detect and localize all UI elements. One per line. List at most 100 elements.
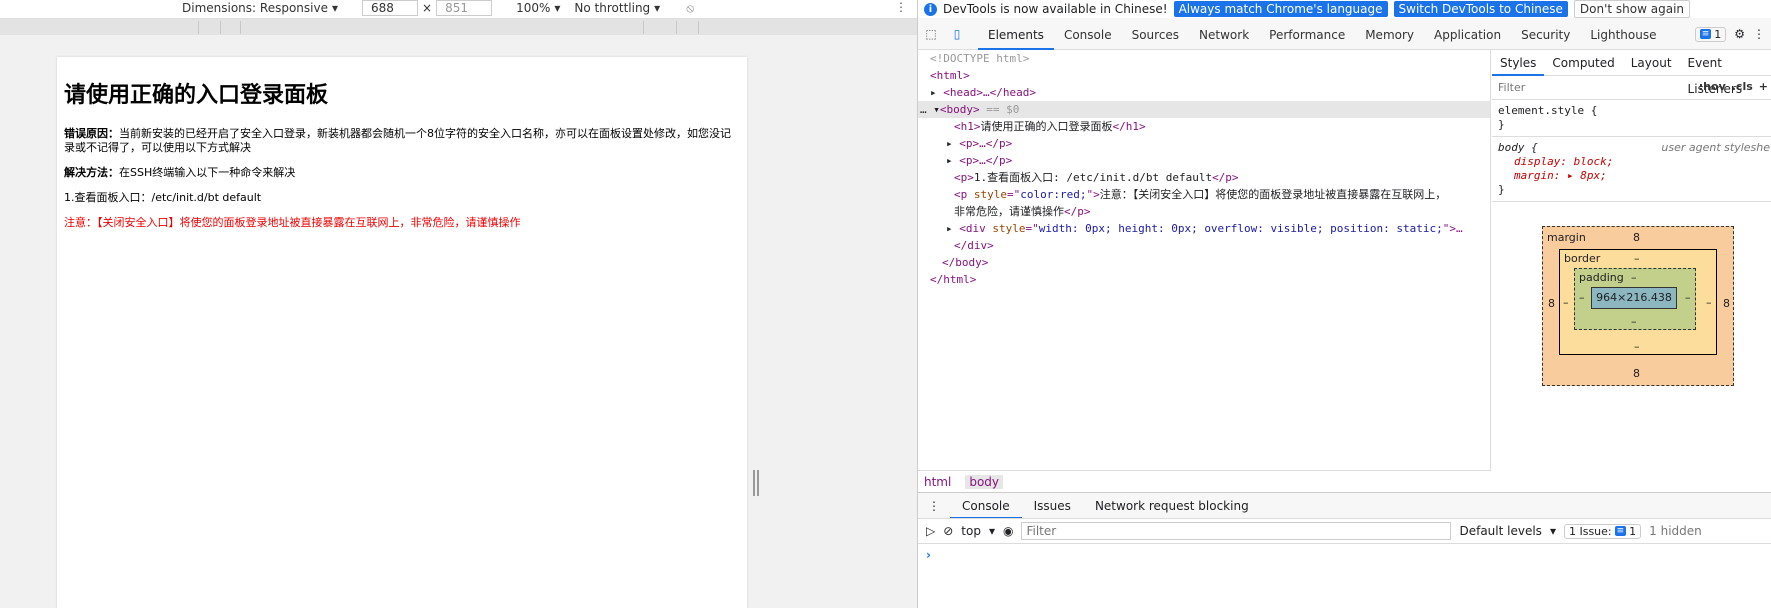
doctype: <!DOCTYPE html> xyxy=(930,52,1030,65)
ruler-segment xyxy=(240,21,241,34)
dont-show-again-button[interactable]: Don't show again xyxy=(1573,0,1691,18)
tab-lighthouse[interactable]: Lighthouse xyxy=(1580,18,1666,50)
hov-button[interactable]: :hov xyxy=(1699,80,1726,93)
inspect-element-icon[interactable]: ⬚ xyxy=(918,18,944,50)
h1-close: </h1> xyxy=(1112,120,1146,133)
expand-arrow-icon[interactable]: ▸ xyxy=(930,86,943,99)
content-box[interactable]: 964×216.438 xyxy=(1591,287,1677,309)
margin-top-value[interactable]: 8 xyxy=(1633,231,1640,244)
border-right-value[interactable]: – xyxy=(1706,296,1712,309)
console-filter-input[interactable]: Filter xyxy=(1021,522,1452,540)
expand-arrow-icon[interactable]: ▸ xyxy=(946,154,959,167)
more-options-icon[interactable]: ⋮ xyxy=(895,0,907,14)
times-icon: × xyxy=(422,1,433,15)
selected-marker: == $0 xyxy=(986,103,1020,116)
rotate-icon[interactable]: ⦸ xyxy=(686,1,694,16)
dom-node[interactable]: ▸ <head>…</head> xyxy=(918,84,1490,101)
dom-node-selected[interactable]: … ▾<body> == $0 xyxy=(918,101,1490,118)
zoom-dropdown[interactable]: 100% xyxy=(516,1,550,15)
settings-icon[interactable]: ⚙ xyxy=(1734,27,1745,41)
p-text: 1.查看面板入口: /etc/init.d/bt default xyxy=(973,171,1213,184)
attr-close: "> xyxy=(1086,188,1100,201)
device-toolbar: Dimensions: Responsive ▾ 688 × 851 100% … xyxy=(0,0,917,18)
breadcrumb-html[interactable]: html xyxy=(924,475,951,489)
tab-performance[interactable]: Performance xyxy=(1259,18,1355,50)
height-input[interactable]: 851 xyxy=(436,0,493,16)
padding-top-value[interactable]: – xyxy=(1631,271,1637,284)
dom-node[interactable]: ▸ <div style="width: 0px; height: 0px; o… xyxy=(918,220,1490,237)
log-levels-dropdown[interactable]: Default levels xyxy=(1459,524,1541,538)
dom-node[interactable]: <p>1.查看面板入口: /etc/init.d/bt default</p> xyxy=(918,169,1490,186)
padding-right-value[interactable]: – xyxy=(1685,291,1691,304)
attr-eq: =" xyxy=(1007,188,1021,201)
tab-network[interactable]: Network xyxy=(1189,18,1259,50)
body-rule[interactable]: body { user agent styleshe display: bloc… xyxy=(1492,137,1771,202)
expand-arrow-icon[interactable]: ▸ xyxy=(946,137,959,150)
drawer-tab-issues[interactable]: Issues xyxy=(1022,493,1083,519)
border-left-value[interactable]: – xyxy=(1563,296,1569,309)
border-top-value[interactable]: – xyxy=(1634,252,1640,265)
dimensions-dropdown[interactable]: Dimensions: Responsive xyxy=(182,1,328,15)
sidebar-toggle-icon[interactable]: ▷ xyxy=(926,524,935,538)
breadcrumb-body[interactable]: body xyxy=(965,474,1004,489)
reason-label: 错误原因： xyxy=(64,127,119,140)
drawer-menu-icon[interactable]: ⋮ xyxy=(918,499,950,513)
width-input[interactable]: 688 xyxy=(362,0,418,16)
solution-text: 在SSH终端输入以下一种命令来解决 xyxy=(119,166,296,179)
tab-computed[interactable]: Computed xyxy=(1544,50,1622,76)
dom-node[interactable]: </html> xyxy=(918,271,1490,288)
dom-node[interactable]: <!DOCTYPE html> xyxy=(918,50,1490,67)
expand-arrow-icon[interactable]: ▸ xyxy=(946,222,959,235)
always-match-language-button[interactable]: Always match Chrome's language xyxy=(1173,1,1388,17)
margin-bottom-value[interactable]: 8 xyxy=(1633,367,1640,380)
drawer-tab-network-blocking[interactable]: Network request blocking xyxy=(1083,493,1261,519)
margin-left-value[interactable]: 8 xyxy=(1548,297,1555,310)
tab-security[interactable]: Security xyxy=(1511,18,1580,50)
dom-node[interactable]: <p style="color:red;">注意：【关闭安全入口】将使您的面板登… xyxy=(918,186,1490,203)
margin-right-value[interactable]: 8 xyxy=(1723,297,1730,310)
tab-console[interactable]: Console xyxy=(1054,18,1122,50)
styles-filter-input[interactable]: Filter xyxy=(1498,81,1525,94)
tab-memory[interactable]: Memory xyxy=(1355,18,1424,50)
issues-badge[interactable]: ≡ 1 xyxy=(1694,26,1727,42)
console-prompt-icon[interactable]: › xyxy=(926,548,931,562)
padding-bottom-value[interactable]: – xyxy=(1631,315,1637,328)
dom-node[interactable]: <html> xyxy=(918,67,1490,84)
padding-box: padding – – – – 964×216.438 xyxy=(1574,268,1696,330)
box-model-diagram: margin 8 8 8 8 border – – – – padding – … xyxy=(1542,226,1734,386)
collapse-arrow-icon[interactable]: ▾ xyxy=(933,103,940,116)
language-infobar: i DevTools is now available in Chinese! … xyxy=(918,0,1771,18)
throttling-dropdown[interactable]: No throttling xyxy=(574,1,650,15)
dom-node[interactable]: </div> xyxy=(918,237,1490,254)
prop-margin: margin: ▸ 8px; xyxy=(1514,169,1607,182)
tab-event-listeners[interactable]: Event Listeners xyxy=(1680,50,1771,96)
attr-close: ">… xyxy=(1442,222,1463,235)
ruler-segment xyxy=(698,21,699,34)
context-dropdown[interactable]: top xyxy=(961,524,981,538)
switch-to-chinese-button[interactable]: Switch DevTools to Chinese xyxy=(1393,1,1568,17)
device-toggle-icon[interactable]: ▯ xyxy=(944,18,970,50)
element-style-rule[interactable]: element.style { } xyxy=(1492,100,1771,137)
media-query-ruler[interactable] xyxy=(0,18,917,35)
border-bottom-value[interactable]: – xyxy=(1634,340,1640,353)
dom-node[interactable]: ▸ <p>…</p> xyxy=(918,152,1490,169)
dom-node[interactable]: </body> xyxy=(918,254,1490,271)
dom-node[interactable]: <h1>请使用正确的入口登录面板</h1> xyxy=(918,118,1490,135)
tab-sources[interactable]: Sources xyxy=(1122,18,1189,50)
console-issues-badge[interactable]: 1 Issue: ≡ 1 xyxy=(1563,523,1642,539)
padding-left-value[interactable]: – xyxy=(1579,291,1585,304)
chevron-down-icon: ▾ xyxy=(1549,524,1556,538)
clear-console-icon[interactable]: ⊘ xyxy=(943,524,953,538)
add-rule-icon[interactable]: + xyxy=(1759,80,1768,93)
dom-node[interactable]: ▸ <p>…</p> xyxy=(918,135,1490,152)
cls-button[interactable]: .cls xyxy=(1732,80,1753,93)
devtools-tabbar-actions: ≡ 1 ⚙ ⋮ xyxy=(1694,18,1771,50)
tab-elements[interactable]: Elements xyxy=(978,18,1054,50)
tab-application[interactable]: Application xyxy=(1424,18,1511,50)
eye-icon[interactable]: ◉ xyxy=(1003,524,1013,538)
resize-handle[interactable] xyxy=(753,470,759,496)
tab-styles[interactable]: Styles xyxy=(1492,50,1545,76)
drawer-tab-console[interactable]: Console xyxy=(950,493,1022,519)
more-options-icon[interactable]: ⋮ xyxy=(1753,27,1765,41)
tab-layout[interactable]: Layout xyxy=(1623,50,1680,76)
